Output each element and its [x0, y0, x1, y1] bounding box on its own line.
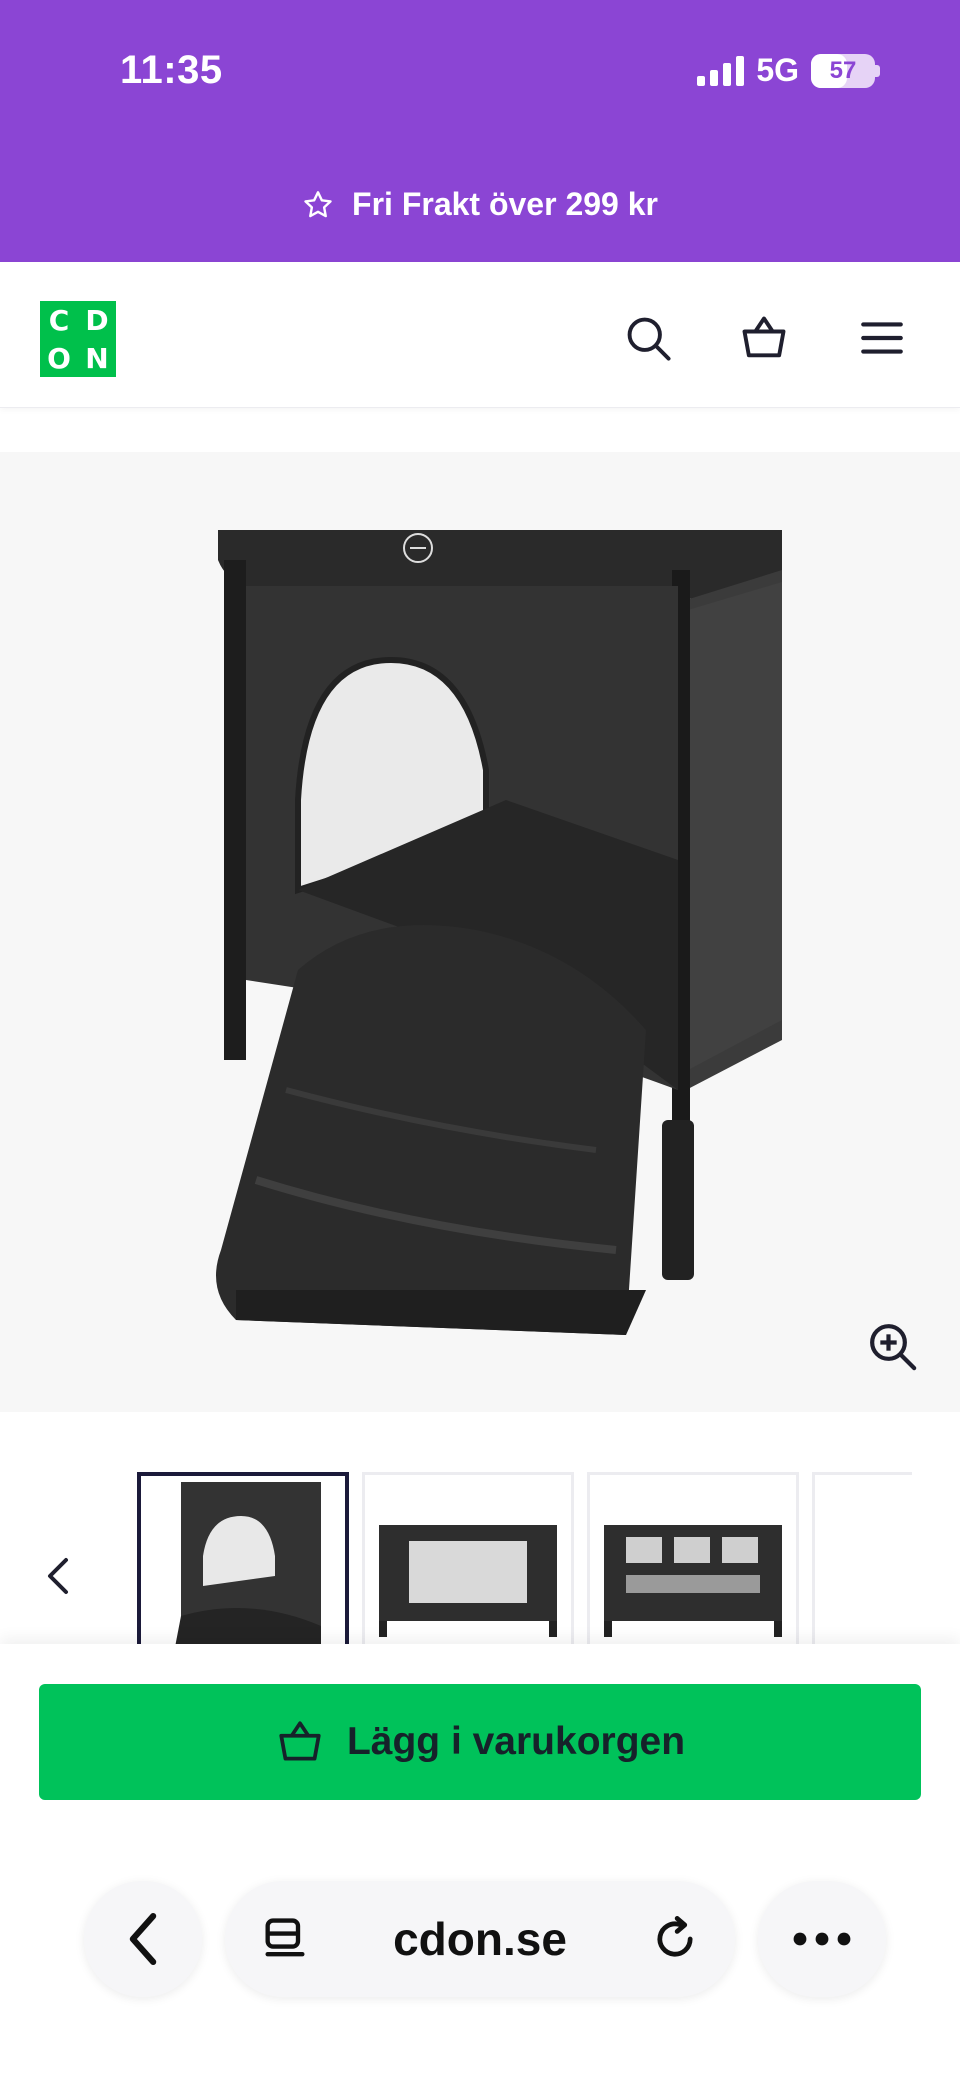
browser-back-button[interactable]: [84, 1881, 202, 1997]
chevron-left-icon: [129, 1913, 157, 1965]
free-shipping-banner[interactable]: Fri Frakt över 299 kr: [0, 186, 960, 223]
signal-icon: [697, 55, 745, 86]
network-label: 5G: [756, 52, 799, 88]
thumbnail-3[interactable]: [587, 1472, 799, 1672]
battery-level: 57: [829, 56, 857, 84]
thumbnails-prev-button[interactable]: [38, 1550, 78, 1602]
hamburger-menu-icon[interactable]: [854, 310, 910, 366]
basket-icon: [279, 1721, 321, 1761]
reload-icon[interactable]: [649, 1913, 701, 1965]
url-text: cdon.se: [393, 1913, 567, 1965]
address-bar[interactable]: cdon.se: [225, 1881, 735, 1997]
reader-icon[interactable]: [259, 1913, 311, 1965]
site-header: CDON: [0, 262, 960, 408]
thumbnail-2[interactable]: [362, 1472, 574, 1672]
status-indicators: 5G 57: [697, 52, 880, 89]
product-image[interactable]: milla&mo: [216, 530, 782, 1335]
star-outline-icon: [304, 190, 332, 217]
thumbnail-image-flap: [141, 1476, 345, 1668]
promo-text: Fri Frakt över 299 kr: [352, 186, 658, 222]
product-image-area[interactable]: milla&mo: [0, 452, 960, 1412]
add-to-cart-button[interactable]: Lägg i varukorgen: [39, 1684, 921, 1800]
search-icon[interactable]: [620, 310, 676, 366]
battery-icon: 57: [811, 53, 880, 88]
thumbnail-1[interactable]: [137, 1472, 349, 1672]
thumbnail-image-mesh: [590, 1475, 796, 1669]
thumbnail-image-side: [365, 1475, 571, 1669]
zoom-in-icon[interactable]: [864, 1318, 920, 1374]
more-dots-icon: [793, 1932, 851, 1946]
basket-icon[interactable]: [736, 310, 792, 366]
chevron-left-icon: [48, 1558, 68, 1594]
cdon-logo[interactable]: CDON: [40, 301, 116, 377]
status-time: 11:35: [120, 48, 223, 92]
add-to-cart-label: Lägg i varukorgen: [346, 1720, 686, 1763]
browser-more-button[interactable]: [758, 1881, 886, 1997]
thumbnail-4-partial[interactable]: [812, 1472, 912, 1672]
